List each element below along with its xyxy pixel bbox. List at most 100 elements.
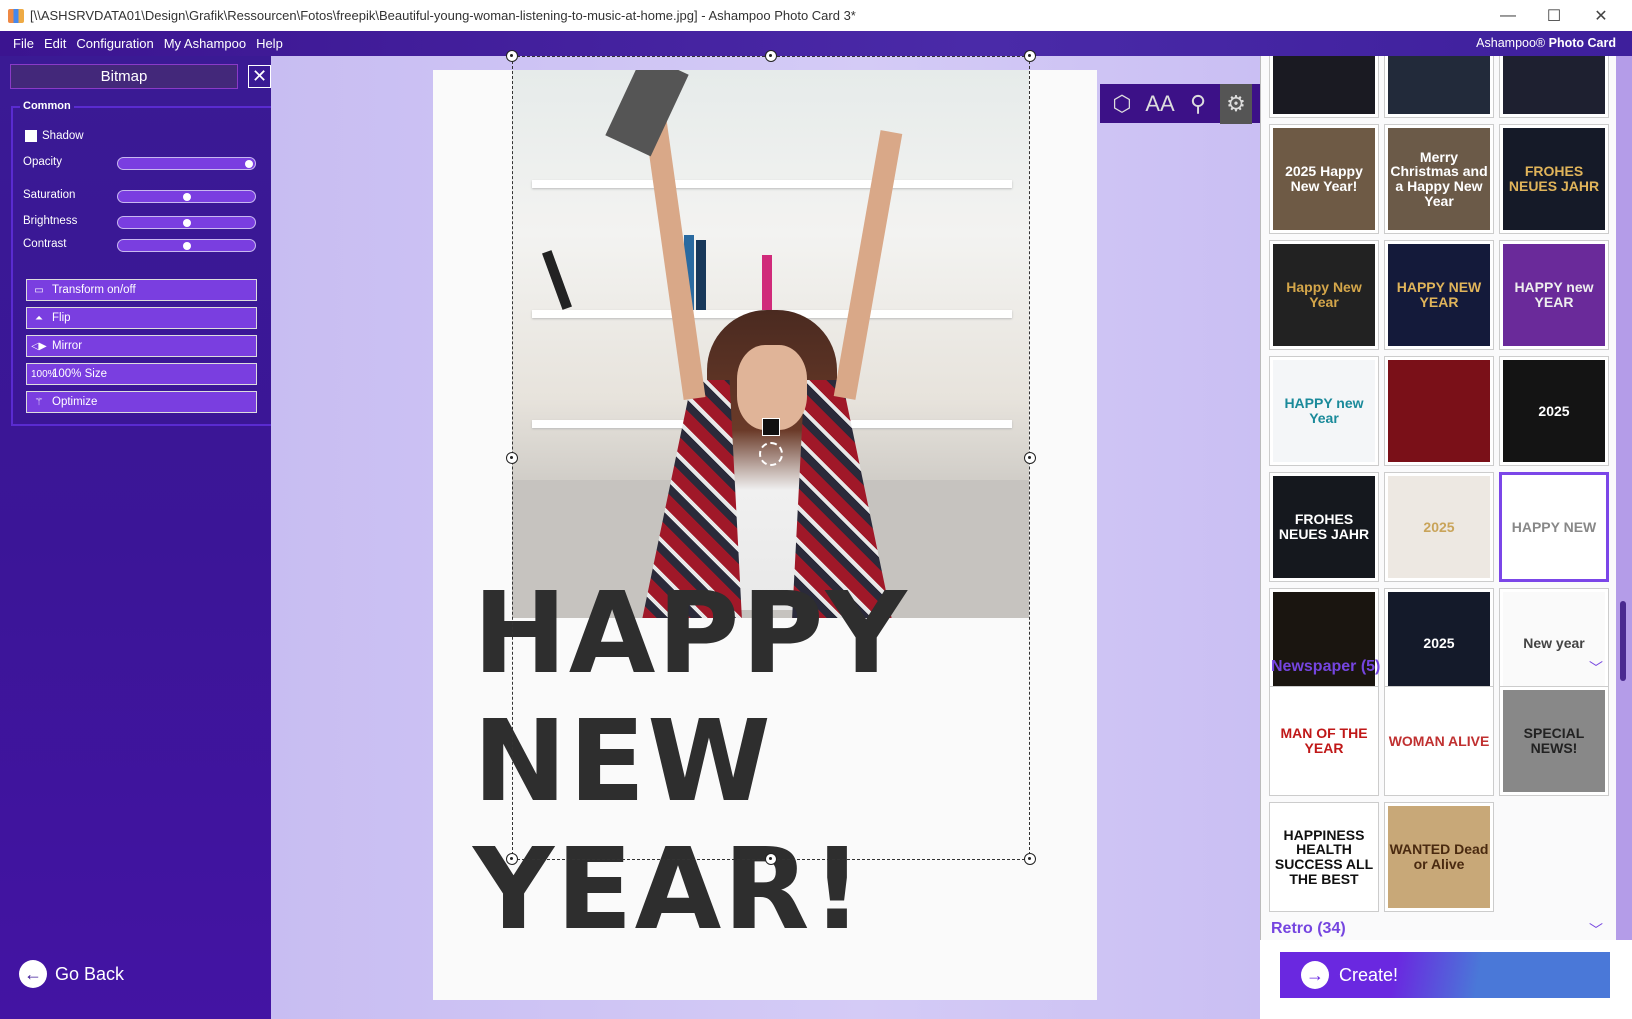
- optimize-button[interactable]: ⚚ Optimize: [26, 391, 257, 413]
- resize-handle[interactable]: [1024, 452, 1036, 464]
- scrollbar-thumb[interactable]: [1620, 601, 1626, 681]
- resize-handle[interactable]: [765, 853, 777, 865]
- template-thumbnail[interactable]: HAPPINESS HEALTH SUCCESS ALL THE BEST: [1269, 802, 1379, 912]
- template-thumbnail[interactable]: HAPPY NEW YEAR: [1384, 240, 1494, 350]
- slider-knob[interactable]: [183, 242, 191, 250]
- template-preview: MAN OF THE YEAR: [1273, 690, 1375, 792]
- arrow-left-icon: ←: [19, 960, 47, 988]
- transform-on-off-button[interactable]: ▭ Transform on/off: [26, 279, 257, 301]
- template-thumbnail[interactable]: [1269, 588, 1379, 698]
- template-thumbnail[interactable]: 2025 Happy New Year!: [1269, 124, 1379, 234]
- canvas-area[interactable]: HAPPY NEW YEAR! ⬡ AA ⚲ ⚙: [271, 50, 1260, 1019]
- template-thumbnail[interactable]: MAN OF THE YEAR: [1269, 686, 1379, 796]
- template-preview: FROHES NEUES JAHR: [1503, 128, 1605, 230]
- template-thumbnail[interactable]: 2025: [1384, 472, 1494, 582]
- go-back-button[interactable]: ← Go Back: [19, 960, 124, 988]
- template-thumbnail[interactable]: HAPPY new Year: [1269, 356, 1379, 466]
- selection-box[interactable]: [506, 50, 1036, 865]
- template-thumbnail[interactable]: HAPPY new YEAR: [1499, 240, 1609, 350]
- title-bar: [\\ASHSRVDATA01\Design\Grafik\Ressourcen…: [0, 0, 1632, 31]
- slider-knob[interactable]: [245, 160, 253, 168]
- template-thumbnail[interactable]: [1384, 356, 1494, 466]
- close-panel-button[interactable]: ✕: [248, 65, 271, 88]
- app-icon: [8, 8, 24, 23]
- properties-sidebar: Bitmap ✕ Common Shadow Opacity Saturation…: [0, 56, 273, 1019]
- template-preview: WOMAN ALIVE: [1388, 690, 1490, 792]
- template-thumbnail[interactable]: 2025: [1384, 588, 1494, 698]
- template-preview: [1273, 592, 1375, 694]
- move-handle[interactable]: [762, 418, 780, 436]
- template-thumbnail[interactable]: WANTED Dead or Alive: [1384, 802, 1494, 912]
- resize-handle[interactable]: [1024, 853, 1036, 865]
- template-preview: 2025: [1388, 476, 1490, 578]
- template-thumbnail[interactable]: FROHES NEUES JAHR: [1499, 124, 1609, 234]
- category-newspaper[interactable]: Newspaper (5): [1271, 658, 1380, 676]
- template-thumbnail[interactable]: Happy New Year: [1269, 240, 1379, 350]
- resize-handle[interactable]: [506, 853, 518, 865]
- template-thumbnail[interactable]: WOMAN ALIVE: [1384, 686, 1494, 796]
- template-preview: HAPPY new YEAR: [1503, 244, 1605, 346]
- resize-handle[interactable]: [765, 50, 777, 62]
- menu-bar: File Edit Configuration My Ashampoo Help…: [0, 31, 1632, 56]
- button-icon: ⏶: [35, 312, 43, 324]
- settings-icon[interactable]: ⚙: [1220, 83, 1252, 124]
- template-thumbnail[interactable]: Merry Christmas and a Happy New Year: [1384, 124, 1494, 234]
- scrollbar[interactable]: [1616, 56, 1632, 940]
- template-preview: 2025: [1388, 592, 1490, 694]
- button-label: Flip: [52, 312, 71, 324]
- template-preview: HAPPY new Year: [1273, 360, 1375, 462]
- mirror-button[interactable]: ◁▶ Mirror: [26, 335, 257, 357]
- template-preview: 2025: [1503, 360, 1605, 462]
- button-icon: ▭: [34, 284, 44, 296]
- maximize-button[interactable]: ☐: [1531, 0, 1577, 31]
- template-thumbnail[interactable]: [1384, 56, 1494, 118]
- button-label: Transform on/off: [52, 284, 136, 296]
- text-icon[interactable]: AA: [1144, 91, 1176, 117]
- template-list[interactable]: 2025 Happy New Year! Merry Christmas and …: [1260, 56, 1616, 940]
- brand: Ashampoo® Photo Card: [1476, 36, 1616, 50]
- template-preview: FROHES NEUES JAHR: [1273, 476, 1375, 578]
- contrast-slider[interactable]: [117, 239, 256, 252]
- resize-handle[interactable]: [506, 50, 518, 62]
- chevron-down-icon[interactable]: ﹀: [1589, 658, 1603, 678]
- slider-knob[interactable]: [183, 219, 191, 227]
- shapes-icon[interactable]: ⬡: [1106, 91, 1138, 117]
- template-thumbnail[interactable]: HAPPY NEW: [1499, 472, 1609, 582]
- template-thumbnail[interactable]: [1499, 56, 1609, 118]
- resize-handle[interactable]: [1024, 50, 1036, 62]
- chevron-down-icon[interactable]: ﹀: [1589, 920, 1603, 940]
- replace-image-icon[interactable]: ⚲: [1182, 91, 1214, 117]
- resize-handle[interactable]: [506, 452, 518, 464]
- common-group-label: Common: [20, 100, 74, 112]
- saturation-slider[interactable]: [117, 190, 256, 203]
- create-label: Create!: [1339, 964, 1399, 985]
- menu-edit[interactable]: Edit: [39, 36, 71, 51]
- flip-button[interactable]: ⏶ Flip: [26, 307, 257, 329]
- template-thumbnail[interactable]: FROHES NEUES JAHR: [1269, 472, 1379, 582]
- create-button[interactable]: → Create!: [1280, 952, 1610, 998]
- 100-size-button[interactable]: 100% 100% Size: [26, 363, 257, 385]
- template-thumbnail[interactable]: SPECIAL NEWS!: [1499, 686, 1609, 796]
- brand-name: Photo Card: [1548, 36, 1616, 50]
- template-thumbnail[interactable]: New year: [1499, 588, 1609, 698]
- menu-file[interactable]: File: [8, 36, 39, 51]
- template-thumbnail[interactable]: 2025: [1499, 356, 1609, 466]
- button-label: Mirror: [52, 340, 83, 352]
- menu-help[interactable]: Help: [251, 36, 288, 51]
- rotate-handle[interactable]: [759, 442, 783, 466]
- shadow-label: Shadow: [42, 130, 84, 142]
- template-thumbnail[interactable]: [1269, 56, 1379, 118]
- menu-my-ashampoo[interactable]: My Ashampoo: [159, 36, 251, 51]
- template-preview: [1503, 56, 1605, 114]
- slider-label: Saturation: [23, 189, 76, 201]
- menu-configuration[interactable]: Configuration: [71, 36, 158, 51]
- shadow-checkbox[interactable]: [25, 130, 37, 142]
- arrow-right-icon: →: [1301, 961, 1329, 989]
- close-window-button[interactable]: ✕: [1578, 0, 1624, 31]
- card-page[interactable]: HAPPY NEW YEAR! ⬡ AA ⚲ ⚙: [433, 50, 1260, 1000]
- opacity-slider[interactable]: [117, 157, 256, 170]
- category-retro[interactable]: Retro (34): [1271, 920, 1346, 938]
- slider-knob[interactable]: [183, 193, 191, 201]
- brightness-slider[interactable]: [117, 216, 256, 229]
- minimize-button[interactable]: —: [1485, 0, 1531, 31]
